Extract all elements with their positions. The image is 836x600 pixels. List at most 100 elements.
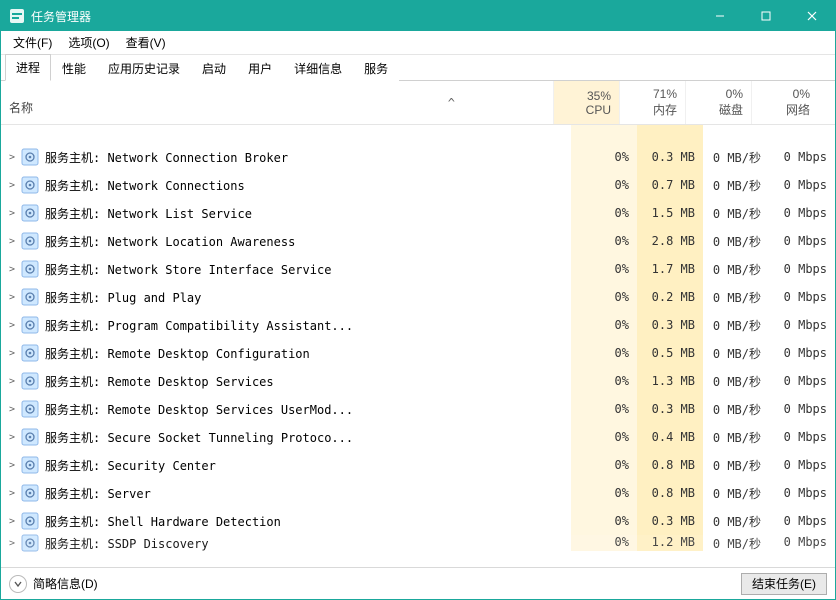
menu-file[interactable]: 文件(F) [5, 32, 60, 53]
process-row[interactable]: > 服务主机: Network Connections0%0.7 MB0 MB/秒… [1, 171, 835, 199]
titlebar[interactable]: 任务管理器 [1, 1, 835, 31]
expand-toggle-icon[interactable]: > [1, 488, 17, 499]
expand-toggle-icon[interactable]: > [1, 236, 17, 247]
process-row[interactable]: >服务主机: Server0%0.8 MB0 MB/秒0 Mbps [1, 479, 835, 507]
process-row[interactable]: >服务主机: Network Store Interface Service0%… [1, 255, 835, 283]
fewer-details-label[interactable]: 简略信息(D) [33, 575, 98, 592]
process-row[interactable]: >服务主机: Network Connection Broker0%0.3 MB… [1, 143, 835, 171]
process-network: 0 Mbps [769, 535, 835, 551]
expand-toggle-icon[interactable]: > [1, 152, 17, 163]
service-host-icon [21, 484, 39, 502]
process-name: 服务主机: Server [45, 485, 571, 502]
expand-toggle-icon[interactable]: > [1, 208, 17, 219]
process-name: 服务主机: Remote Desktop Services [45, 373, 571, 390]
process-network: 0 Mbps [769, 339, 835, 367]
process-memory: 1.2 MB [637, 535, 703, 551]
tab-users[interactable]: 用户 [237, 55, 283, 81]
close-button[interactable] [789, 1, 835, 31]
service-host-icon [21, 176, 39, 194]
end-task-button[interactable]: 结束任务(E) [741, 573, 827, 595]
process-network: 0 Mbps [769, 451, 835, 479]
process-disk: 0 MB/秒 [703, 283, 769, 311]
process-row[interactable]: >服务主机: Program Compatibility Assistant..… [1, 311, 835, 339]
expand-toggle-icon[interactable]: > [1, 180, 17, 191]
process-row[interactable]: >服务主机: Remote Desktop Configuration0%0.5… [1, 339, 835, 367]
expand-toggle-icon[interactable]: > [1, 348, 17, 359]
tab-startup[interactable]: 启动 [191, 55, 237, 81]
process-network: 0 Mbps [769, 171, 835, 199]
expand-toggle-icon[interactable]: > [1, 538, 17, 549]
process-memory: 0.5 MB [637, 339, 703, 367]
process-memory: 0.8 MB [637, 451, 703, 479]
column-disk[interactable]: 0% 磁盘 [686, 81, 752, 124]
process-disk: 0 MB/秒 [703, 451, 769, 479]
disk-usage-pct: 0% [726, 87, 743, 101]
process-row[interactable]: >服务主机: Shell Hardware Detection0%0.3 MB0… [1, 507, 835, 535]
process-name: 服务主机: Network Connections [45, 177, 571, 194]
fewer-details-toggle[interactable] [9, 575, 27, 593]
process-disk: 0 MB/秒 [703, 171, 769, 199]
process-name: 服务主机: Network Location Awareness [45, 233, 571, 250]
menu-view[interactable]: 查看(V) [118, 32, 174, 53]
menu-options[interactable]: 选项(O) [60, 32, 117, 53]
process-row[interactable]: >服务主机: SSDP Discovery0%1.2 MB0 MB/秒0 Mbp… [1, 535, 835, 551]
service-host-icon [21, 288, 39, 306]
process-disk: 0 MB/秒 [703, 339, 769, 367]
process-cpu: 0% [571, 535, 637, 551]
service-host-icon [21, 400, 39, 418]
column-name[interactable]: 名称 ^ [1, 81, 554, 124]
process-network: 0 Mbps [769, 227, 835, 255]
expand-toggle-icon[interactable]: > [1, 320, 17, 331]
tab-app-history[interactable]: 应用历史记录 [97, 55, 191, 81]
process-disk: 0 MB/秒 [703, 143, 769, 171]
expand-toggle-icon[interactable]: > [1, 292, 17, 303]
process-cpu: 0% [571, 255, 637, 283]
expand-toggle-icon[interactable]: > [1, 376, 17, 387]
disk-label: 磁盘 [719, 101, 743, 118]
service-host-icon [21, 456, 39, 474]
process-memory: 1.7 MB [637, 255, 703, 283]
process-disk: 0 MB/秒 [703, 395, 769, 423]
process-memory: 1.3 MB [637, 367, 703, 395]
process-row[interactable]: >服务主机: Network Location Awareness0%2.8 M… [1, 227, 835, 255]
tab-performance[interactable]: 性能 [51, 55, 97, 81]
process-row[interactable]: >服务主机: Network List Service0%1.5 MB0 MB/… [1, 199, 835, 227]
expand-toggle-icon[interactable]: > [1, 432, 17, 443]
process-memory: 0.7 MB [637, 171, 703, 199]
column-network[interactable]: 0% 网络 [752, 81, 818, 124]
process-row[interactable]: >服务主机: Security Center0%0.8 MB0 MB/秒0 Mb… [1, 451, 835, 479]
memory-usage-pct: 71% [653, 87, 677, 101]
process-row[interactable]: >服务主机: Secure Socket Tunneling Protoco..… [1, 423, 835, 451]
process-row[interactable]: >服务主机: Plug and Play0%0.2 MB0 MB/秒0 Mbps [1, 283, 835, 311]
expand-toggle-icon[interactable]: > [1, 516, 17, 527]
expand-toggle-icon[interactable]: > [1, 264, 17, 275]
service-host-icon [21, 260, 39, 278]
process-disk: 0 MB/秒 [703, 255, 769, 283]
menubar: 文件(F) 选项(O) 查看(V) [1, 31, 835, 55]
process-cpu: 0% [571, 423, 637, 451]
cpu-label: CPU [586, 103, 611, 117]
tab-processes[interactable]: 进程 [5, 54, 51, 81]
column-cpu[interactable]: 35% CPU [554, 81, 620, 124]
network-label: 网络 [786, 101, 810, 118]
process-row[interactable]: >服务主机: Remote Desktop Services UserMod..… [1, 395, 835, 423]
process-list-viewport[interactable]: >服务主机: Network Connection Broker0%0.3 MB… [1, 125, 835, 567]
process-network: 0 Mbps [769, 199, 835, 227]
process-row[interactable]: >服务主机: Remote Desktop Services0%1.3 MB0 … [1, 367, 835, 395]
maximize-button[interactable] [743, 1, 789, 31]
expand-toggle-icon[interactable]: > [1, 404, 17, 415]
minimize-button[interactable] [697, 1, 743, 31]
expand-toggle-icon[interactable]: > [1, 460, 17, 471]
process-name: 服务主机: Remote Desktop Configuration [45, 345, 571, 362]
tab-services[interactable]: 服务 [353, 55, 399, 81]
process-list: >服务主机: Network Connection Broker0%0.3 MB… [1, 125, 835, 567]
column-memory[interactable]: 71% 内存 [620, 81, 686, 124]
process-cpu: 0% [571, 227, 637, 255]
process-cpu: 0% [571, 171, 637, 199]
process-name: 服务主机: Network List Service [45, 205, 571, 222]
column-headers: 名称 ^ 35% CPU 71% 内存 0% 磁盘 0% 网络 [1, 81, 835, 125]
service-host-icon [21, 534, 39, 552]
tab-details[interactable]: 详细信息 [283, 55, 353, 81]
process-disk: 0 MB/秒 [703, 423, 769, 451]
column-name-label: 名称 [9, 99, 33, 120]
